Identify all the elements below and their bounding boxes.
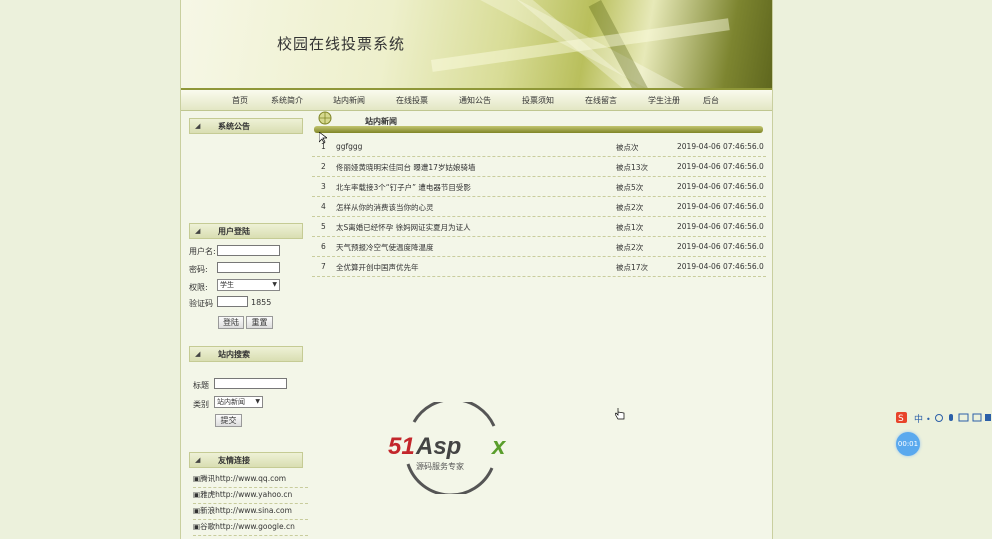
globe-icon [318,111,332,125]
news-number: 3 [321,182,326,191]
news-clicks: 被点次 [616,143,639,152]
ime-mode: 中 [914,413,923,425]
main-nav: 首页 系统简介 站内新闻 在线投票 通知公告 投票须知 在线留言 学生注册 后台 [181,88,772,111]
nav-vote-rules[interactable]: 投票须知 [522,95,554,106]
news-number: 6 [321,242,326,251]
svg-text:源码服务专家: 源码服务专家 [416,461,464,471]
search-input[interactable] [214,378,287,389]
cursor-arrow-icon [319,132,327,144]
search-category-label: 类别 [193,400,209,409]
search-category-value: 站内新闻 [217,398,245,406]
logo-graphic: 51 Asp x 源码服务专家 [388,398,507,497]
ime-icons: S 中 • [896,412,991,425]
news-clicks: 被点13次 [616,163,649,172]
news-number: 4 [321,202,326,211]
collapse-arrow-icon: ◢ [195,456,201,464]
nav-news[interactable]: 站内新闻 [333,95,365,106]
news-row: 7 全优算开创中国声优先年 被点17次 2019-04-06 07:46:56.0 [312,256,766,277]
svg-text:Asp: Asp [415,433,461,460]
news-title[interactable]: 北车率载接3个“钉子户” 遭电器节目受影 [336,182,471,193]
collapse-arrow-icon: ◢ [195,227,201,235]
news-date: 2019-04-06 07:46:56.0 [677,262,764,271]
nav-notice[interactable]: 通知公告 [459,95,491,106]
captcha-label: 验证码 [189,299,213,308]
site-title: 校园在线投票系统 [277,35,406,53]
collapse-arrow-icon: ◢ [195,122,201,130]
password-label: 密码: [189,265,208,274]
header-banner: 校园在线投票系统 [181,0,772,88]
news-title[interactable]: ggfggg [336,142,362,151]
search-title: 站内搜索 [218,350,250,359]
svg-text:51: 51 [388,433,415,460]
chevron-down-icon: ▼ [255,398,260,405]
announce-title: 系统公告 [218,122,250,131]
news-clicks: 被点5次 [616,183,644,192]
news-number: 2 [321,162,326,171]
nav-intro[interactable]: 系统简介 [271,95,303,106]
friend-link[interactable]: ▣新浪http://www.sina.com [193,505,308,520]
recording-timer[interactable]: 00:01 [896,432,920,456]
friend-link[interactable]: ▣雅虎http://www.yahoo.cn [193,489,308,504]
nav-vote[interactable]: 在线投票 [396,95,428,106]
role-label: 权限: [189,283,208,292]
news-row: 5 太S离婚已经怀孕 徐妈网证实夏月为证人 被点1次 2019-04-06 07:46… [312,216,766,237]
login-title: 用户登陆 [218,227,250,236]
search-title-label: 标题 [193,381,209,390]
news-number: 5 [321,222,326,231]
links-header: ◢ 友情连接 [189,452,303,468]
nav-home[interactable]: 首页 [232,95,248,106]
news-row: 4 怎样从你的消费该当你的心灵 被点2次 2019-04-06 07:46:56.0 [312,196,766,217]
news-clicks: 被点2次 [616,203,644,212]
chevron-down-icon: ▼ [272,281,277,288]
username-label: 用户名: [189,247,216,256]
news-row: 3 北车率载接3个“钉子户” 遭电器节目受影 被点5次 2019-04-06 07:4… [312,176,766,197]
news-row: 1 ggfggg 被点次 2019-04-06 07:46:56.0 [312,136,766,157]
search-category-select[interactable]: 站内新闻 ▼ [214,396,263,408]
svg-text:•: • [926,415,931,424]
role-select[interactable]: 学生 ▼ [217,279,280,291]
svg-text:x: x [490,433,507,460]
section-bar [314,126,763,133]
news-date: 2019-04-06 07:46:56.0 [677,162,764,171]
nav-register[interactable]: 学生注册 [648,95,680,106]
password-input[interactable] [217,262,280,273]
news-date: 2019-04-06 07:46:56.0 [677,242,764,251]
ime-toolbar[interactable]: S 中 • [896,411,992,425]
search-header: ◢ 站内搜索 [189,346,303,362]
news-date: 2019-04-06 07:46:56.0 [677,222,764,231]
news-title[interactable]: 佟丽娅黄晓明宋佳同台 曝遭17岁姑娘骑墙 [336,162,475,173]
news-clicks: 被点17次 [616,263,649,272]
nav-admin[interactable]: 后台 [703,95,719,106]
news-row: 6 天气预报冷空气使温度降温度 被点2次 2019-04-06 07:46:56.0 [312,236,766,257]
announce-header: ◢ 系统公告 [189,118,303,134]
news-title[interactable]: 怎样从你的消费该当你的心灵 [336,202,434,213]
news-date: 2019-04-06 07:46:56.0 [677,202,764,211]
nav-message[interactable]: 在线留言 [585,95,617,106]
friend-link[interactable]: ▣谷歌http://www.google.cn [193,521,308,536]
reset-button[interactable]: 重置 [246,316,273,329]
role-value: 学生 [220,281,234,289]
search-submit-button[interactable]: 提交 [215,414,242,427]
watermark-logo: 51 Asp x 源码服务专家 [386,398,516,497]
friend-link[interactable]: ▣腾讯http://www.qq.com [193,473,308,488]
links-title: 友情连接 [218,456,250,465]
news-number: 7 [321,262,326,271]
cursor-hand-icon [615,408,625,420]
news-title[interactable]: 天气预报冷空气使温度降温度 [336,242,434,253]
news-clicks: 被点2次 [616,243,644,252]
login-header: ◢ 用户登陆 [189,223,303,239]
news-title[interactable]: 太S离婚已经怀孕 徐妈网证实夏月为证人 [336,222,471,233]
login-button[interactable]: 登陆 [218,316,244,329]
news-date: 2019-04-06 07:46:56.0 [677,182,764,191]
news-date: 2019-04-06 07:46:56.0 [677,142,764,151]
collapse-arrow-icon: ◢ [195,350,201,358]
captcha-code: 1855 [251,298,272,307]
news-clicks: 被点1次 [616,223,644,232]
username-input[interactable] [217,245,280,256]
news-row: 2 佟丽娅黄晓明宋佳同台 曝遭17岁姑娘骑墙 被点13次 2019-04-06 07:… [312,156,766,177]
svg-text:S: S [898,414,904,424]
news-title[interactable]: 全优算开创中国声优先年 [336,262,419,273]
captcha-input[interactable] [217,296,248,307]
news-section-header: 站内新闻 [314,111,763,134]
